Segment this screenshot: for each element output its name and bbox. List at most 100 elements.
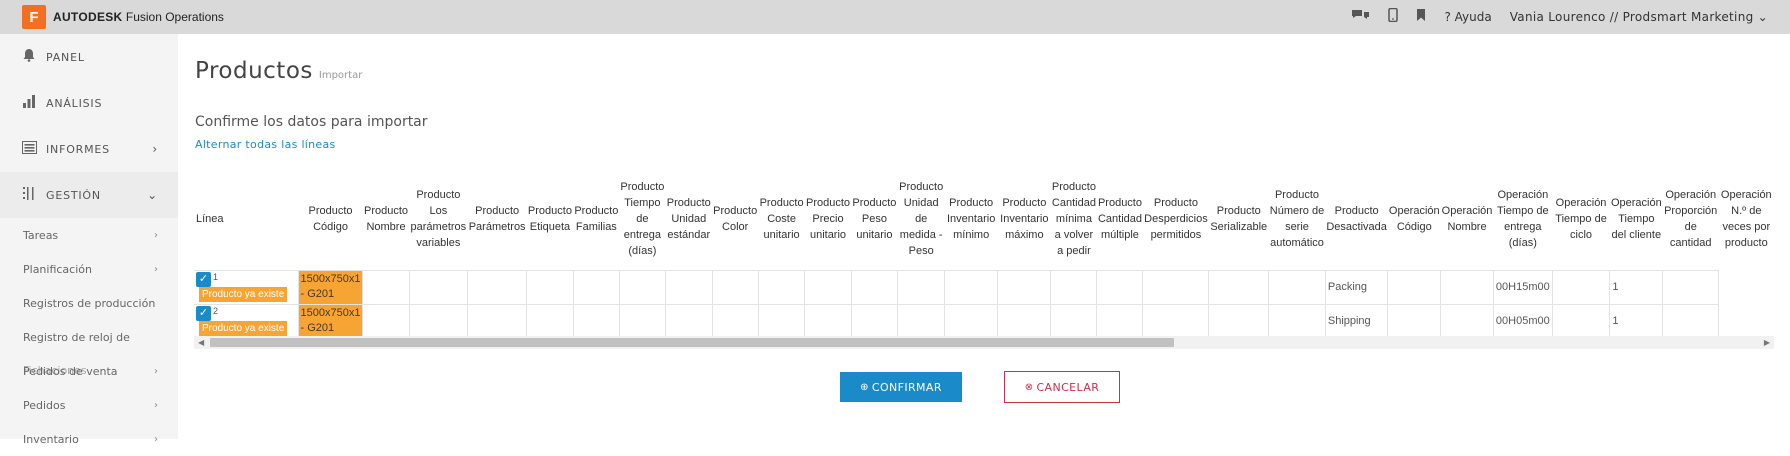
row-checkbox[interactable]: ✓	[196, 272, 211, 287]
sidebar-item-panel[interactable]: PANEL	[0, 34, 178, 80]
table-cell	[408, 269, 469, 305]
chat-icon[interactable]	[1351, 8, 1370, 27]
bell-icon	[22, 48, 42, 66]
sidebar-subitem-planificacion[interactable]: Planificación ›	[0, 252, 178, 286]
table-cell	[944, 303, 999, 338]
table-cell	[944, 269, 999, 305]
page-title: Productos Importar	[195, 58, 362, 84]
chevron-right-icon: ›	[154, 365, 158, 377]
table-cell	[850, 269, 899, 305]
operation-code-cell: Packing	[1324, 269, 1389, 305]
table-cell	[572, 303, 620, 338]
brand-name: AUTODESK	[53, 10, 123, 24]
scrollbar-thumb[interactable]	[210, 338, 1174, 347]
main-content: Productos Importar Confirme los datos par…	[178, 34, 1790, 439]
sidebar-subitem-label: Registros de producción	[23, 296, 156, 310]
table-cell	[1208, 303, 1270, 338]
table-cell	[1268, 269, 1326, 305]
sidebar-subitem-label: Pedidos	[23, 398, 66, 412]
product-code-cell: 1500x750x1 - G201	[297, 269, 364, 305]
table-cell	[572, 269, 620, 305]
sidebar-item-informes[interactable]: INFORMES ›	[0, 126, 178, 172]
table-cell	[1142, 303, 1210, 338]
confirm-icon: ⊕	[860, 381, 869, 393]
chevron-right-icon: ›	[154, 229, 158, 241]
sidebar-subitem-inventario[interactable]: Inventario ›	[0, 422, 178, 456]
table-header: Producto Coste unitario	[759, 196, 804, 241]
table-header: Producto Precio unitario	[805, 196, 851, 241]
page-title-sub: Importar	[318, 70, 363, 81]
bookmark-icon[interactable]	[1416, 9, 1426, 25]
confirm-button[interactable]: ⊕ CONFIRMAR	[840, 372, 962, 402]
table-header: Producto Unidad de medida - Peso	[899, 180, 944, 257]
confirm-label: CONFIRMAR	[871, 380, 942, 394]
table-cell	[1096, 303, 1144, 338]
sidebar-subitem-registro-reloj[interactable]: Registro de reloj de	[0, 320, 178, 354]
sidebar-subitem-registros-produccion[interactable]: Registros de producción	[0, 286, 178, 320]
sidebar-item-label: GESTIÓN	[46, 188, 101, 202]
table-header: Operación Tiempo de ciclo	[1555, 196, 1607, 241]
table-cell	[997, 269, 1052, 305]
row-checkbox[interactable]: ✓	[196, 306, 211, 321]
sidebar-item-gestion[interactable]: GESTIÓN ⌄	[0, 172, 178, 218]
table-cell	[362, 303, 410, 338]
management-icon	[22, 186, 42, 205]
table-header: Producto Cantidad múltiple	[1097, 196, 1142, 241]
sidebar-subitem-label: Inventario	[23, 432, 79, 446]
top-actions: ? Ayuda Vania Lourenco // Prodsmart Mark…	[1351, 0, 1768, 34]
quantity-ratio-cell: 1	[1609, 303, 1664, 338]
sidebar-item-analisis[interactable]: ANÁLISIS	[0, 80, 178, 126]
page-title-text: Productos	[195, 58, 313, 84]
table-cell	[1096, 269, 1144, 305]
table-header: Producto Parámetros	[468, 204, 526, 233]
sidebar-subitem-pedidos[interactable]: Pedidos ›	[0, 388, 178, 422]
table-cell	[897, 269, 946, 305]
table-header: Producto Desperdicios permitidos	[1144, 196, 1208, 241]
cycle-time-cell: 00H05m00	[1492, 303, 1553, 338]
scroll-right-icon[interactable]: ▶	[1764, 336, 1770, 349]
table-cell	[664, 269, 713, 305]
app-logo[interactable]: F AUTODESK Fusion Operations	[22, 5, 224, 29]
table-cell	[526, 269, 574, 305]
table-header: Producto Familias	[574, 204, 619, 233]
sidebar-subitem-label: Registro de reloj de	[23, 330, 130, 344]
help-link[interactable]: ? Ayuda	[1444, 10, 1491, 24]
table-cell	[804, 269, 852, 305]
user-menu[interactable]: Vania Lourenco // Prodsmart Marketing ⌄	[1510, 10, 1768, 24]
table-header: Operación Proporción de cantidad	[1664, 188, 1718, 249]
horizontal-scrollbar[interactable]: ◀ ▶	[194, 336, 1774, 349]
sidebar-subitem-overlap-label: Fichaciones	[23, 364, 87, 377]
mobile-icon[interactable]	[1388, 7, 1399, 26]
sidebar-item-label: ANÁLISIS	[46, 96, 103, 110]
sidebar-item-label: INFORMES	[46, 142, 110, 156]
table-cell	[1551, 303, 1611, 338]
user-name: Vania Lourenco // Prodsmart Marketing	[1509, 10, 1754, 24]
table-cell	[1050, 269, 1098, 305]
chevron-right-icon: ›	[154, 263, 158, 275]
table-cell	[1440, 303, 1494, 338]
table-cell	[804, 303, 852, 338]
quantity-ratio-cell: 1	[1609, 269, 1664, 305]
operation-code-cell: Shipping	[1324, 303, 1389, 338]
help-icon: ?	[1444, 10, 1451, 24]
table-cell	[362, 269, 410, 305]
table-header: Producto Tiempo de entrega (días)	[620, 180, 665, 257]
line-cell: ✓ 2 Producto ya existe	[194, 303, 299, 338]
fusion-logo-icon: F	[22, 5, 46, 29]
table-cell	[408, 303, 469, 338]
sidebar-subitem-tareas[interactable]: Tareas ›	[0, 218, 178, 252]
bar-chart-icon	[22, 94, 42, 112]
table-header: Producto Los parámetros variables	[410, 188, 467, 249]
table-cell	[1551, 269, 1611, 305]
toggle-all-lines-link[interactable]: Alternar todas las líneas	[195, 138, 336, 151]
table-header: Operación Código	[1388, 204, 1440, 233]
import-table: Línea Producto Código Producto Nombre Pr…	[194, 168, 1774, 338]
table-header: Producto Nombre	[363, 204, 409, 233]
sidebar-subitem-pedidos-venta[interactable]: Pedidos de venta Fichaciones ›	[0, 354, 178, 388]
table-cell	[711, 269, 759, 305]
scroll-left-icon[interactable]: ◀	[198, 336, 204, 349]
table-header: Producto Unidad estándar	[666, 196, 711, 241]
chevron-right-icon: ›	[154, 433, 158, 445]
cancel-button[interactable]: ⊗ CANCELAR	[1004, 371, 1120, 403]
table-cell	[1387, 269, 1442, 305]
